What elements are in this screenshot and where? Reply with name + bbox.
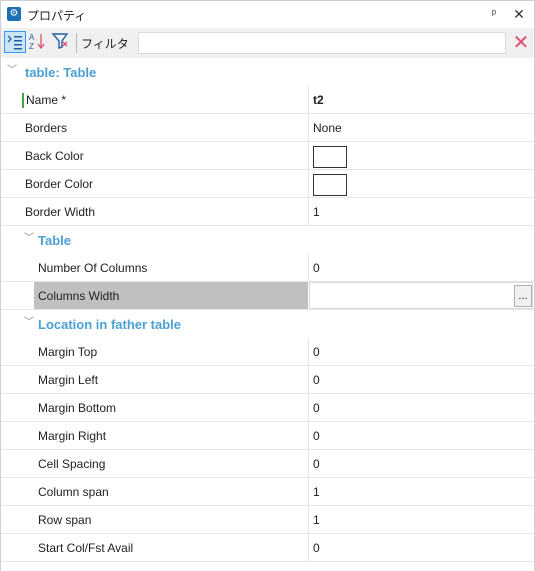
property-name: Borders xyxy=(25,121,68,135)
property-name: Start Col/Fst Avail xyxy=(38,541,134,555)
property-name: Border Color xyxy=(25,177,94,191)
category-row-location[interactable]: ﹀ Location in father table xyxy=(1,310,534,338)
property-name: Margin Left xyxy=(38,373,99,387)
property-row-margin-left[interactable]: Margin Left 0 xyxy=(1,366,534,394)
property-row-number-of-columns[interactable]: Number Of Columns 0 xyxy=(1,254,534,282)
property-row-start-col[interactable]: Start Col/Fst Avail 0 xyxy=(1,534,534,562)
property-grid: ﹀ table: Table Name * t2 Borders None Ba… xyxy=(0,58,535,571)
property-row-columns-width[interactable]: Columns Width ... xyxy=(1,282,534,310)
expand-chevron-icon[interactable]: ﹀ xyxy=(24,317,36,329)
columns-width-value-box[interactable] xyxy=(309,282,533,309)
property-value[interactable]: 1 xyxy=(313,205,320,219)
property-name: Margin Top xyxy=(38,345,98,359)
property-row-border-color[interactable]: Border Color xyxy=(1,170,534,198)
property-value[interactable]: 1 xyxy=(313,485,320,499)
pin-icon[interactable]: ᵖ xyxy=(486,6,502,22)
property-row-margin-right[interactable]: Margin Right 0 xyxy=(1,422,534,450)
property-value[interactable]: 0 xyxy=(313,457,320,471)
alphabetical-sort-icon[interactable]: A Z xyxy=(27,31,49,53)
property-name: Number Of Columns xyxy=(38,261,148,275)
border-color-swatch[interactable] xyxy=(313,174,347,196)
property-name: Margin Right xyxy=(38,429,107,443)
properties-icon: ⚙ xyxy=(7,7,21,21)
property-name: Name * xyxy=(26,93,67,107)
property-row-column-span[interactable]: Column span 1 xyxy=(1,478,534,506)
categorized-icon[interactable] xyxy=(4,31,26,53)
property-toolbar: A Z フィルタ ✕ xyxy=(0,28,535,58)
property-row-margin-bottom[interactable]: Margin Bottom 0 xyxy=(1,394,534,422)
property-row-name[interactable]: Name * t2 xyxy=(1,86,534,114)
ellipsis-icon[interactable]: ... xyxy=(514,285,532,307)
property-name: Column span xyxy=(38,485,109,499)
category-label: Location in father table xyxy=(38,317,182,332)
clear-filter-icon[interactable]: ✕ xyxy=(510,32,532,54)
property-row-row-span[interactable]: Row span 1 xyxy=(1,506,534,534)
property-name: Cell Spacing xyxy=(38,457,106,471)
property-value[interactable]: 0 xyxy=(313,429,320,443)
property-value[interactable]: 1 xyxy=(313,513,320,527)
back-color-swatch[interactable] xyxy=(313,146,347,168)
property-name: Columns Width xyxy=(38,289,120,303)
property-name: Margin Bottom xyxy=(38,401,117,415)
property-value[interactable]: 0 xyxy=(313,401,320,415)
expand-chevron-icon[interactable]: ﹀ xyxy=(7,65,19,77)
property-value[interactable]: None xyxy=(313,121,342,135)
property-row-margin-top[interactable]: Margin Top 0 xyxy=(1,338,534,366)
filter-icon[interactable] xyxy=(51,31,73,53)
category-row-table-root[interactable]: ﹀ table: Table xyxy=(1,58,534,86)
property-row-back-color[interactable]: Back Color xyxy=(1,142,534,170)
property-value[interactable]: 0 xyxy=(313,541,320,555)
property-value[interactable]: 0 xyxy=(313,373,320,387)
property-name: Row span xyxy=(38,513,92,527)
category-label: Table xyxy=(38,233,71,248)
close-icon[interactable]: ✕ xyxy=(511,6,527,22)
filter-input[interactable] xyxy=(138,32,506,54)
category-row-table[interactable]: ﹀ Table xyxy=(1,226,534,254)
svg-text:A: A xyxy=(29,33,35,42)
category-label: table: Table xyxy=(25,65,97,80)
property-value[interactable]: 0 xyxy=(313,261,320,275)
property-name: Border Width xyxy=(25,205,96,219)
property-row-borders[interactable]: Borders None xyxy=(1,114,534,142)
property-name: Back Color xyxy=(25,149,84,163)
filter-label: フィルタ xyxy=(81,37,129,51)
property-value[interactable]: t2 xyxy=(313,93,324,107)
toolbar-separator xyxy=(76,33,77,53)
panel-title-bar: ⚙ プロパティ ᵖ ✕ xyxy=(0,0,535,28)
expand-chevron-icon[interactable]: ﹀ xyxy=(24,233,36,245)
svg-text:Z: Z xyxy=(29,42,34,51)
property-value[interactable]: 0 xyxy=(313,345,320,359)
required-marker xyxy=(22,93,24,108)
property-row-cell-spacing[interactable]: Cell Spacing 0 xyxy=(1,450,534,478)
property-row-border-width[interactable]: Border Width 1 xyxy=(1,198,534,226)
panel-title: プロパティ xyxy=(27,9,87,23)
